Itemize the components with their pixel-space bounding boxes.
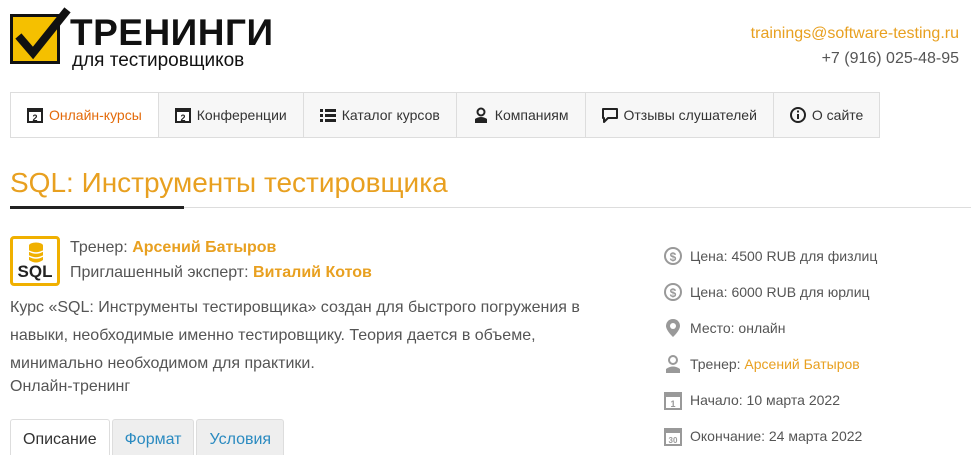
page-title: SQL: Инструменты тестировщика	[10, 167, 448, 198]
trainer-name-link[interactable]: Арсений Батыров	[132, 239, 276, 256]
sql-icon-label: SQL	[17, 262, 53, 281]
nav-item-online-courses[interactable]: 2 Онлайн-курсы	[11, 93, 159, 137]
list-icon	[319, 107, 336, 123]
info-trainer-label: Тренер:	[690, 356, 741, 372]
trainer-line: Тренер: Арсений Батыров	[70, 238, 276, 258]
place-row: Место: онлайн	[663, 310, 877, 346]
tab-description[interactable]: Описание	[10, 419, 110, 455]
nav-item-about[interactable]: О сайте	[773, 93, 880, 137]
dollar-icon: $	[663, 282, 683, 302]
expert-label: Приглашенный эксперт:	[70, 264, 249, 281]
title-divider-accent	[10, 206, 184, 209]
calendar-icon: 2	[174, 107, 191, 123]
map-pin-icon	[663, 318, 683, 338]
price-individual: Цена: 4500 RUB для физлиц	[690, 248, 878, 264]
contact-phone: +7 (916) 025-48-95	[821, 50, 959, 67]
svg-text:2: 2	[180, 113, 185, 123]
course-description: Курс «SQL: Инструменты тестировщика» соз…	[10, 299, 580, 372]
logo-title: ТРЕНИНГИ	[70, 12, 274, 53]
sql-course-icon: SQL	[10, 236, 60, 286]
end-date: Окончание: 24 марта 2022	[690, 428, 863, 444]
price-company: Цена: 6000 RUB для юрлиц	[690, 284, 870, 300]
site-logo[interactable]: ТРЕНИНГИ для тестировщиков	[10, 7, 273, 72]
place: Место: онлайн	[690, 320, 786, 336]
start-date: Начало: 10 марта 2022	[690, 392, 840, 408]
nav-label: О сайте	[811, 107, 864, 123]
start-row: 1 Начало: 10 марта 2022	[663, 382, 877, 418]
comment-icon	[601, 107, 618, 123]
info-icon	[789, 107, 806, 123]
course-info-panel: $ Цена: 4500 RUB для физлиц $ Цена: 6000…	[663, 238, 877, 454]
course-tabs: Описание Формат Условия	[10, 419, 286, 455]
nav-item-reviews[interactable]: Отзывы слушателей	[585, 93, 774, 137]
nav-label: Конференции	[196, 107, 287, 123]
nav-label: Компаниям	[494, 107, 569, 123]
svg-text:$: $	[670, 286, 677, 300]
contact-email-link[interactable]: trainings@software-testing.ru	[751, 24, 959, 44]
trainer-row: Тренер: Арсений Батыров	[663, 346, 877, 382]
info-trainer-name-link[interactable]: Арсений Батыров	[744, 356, 859, 372]
svg-text:30: 30	[669, 436, 678, 445]
calendar-icon: 30	[663, 426, 683, 446]
nav-label: Каталог курсов	[341, 107, 440, 123]
course-format: Онлайн-тренинг	[10, 378, 131, 395]
svg-text:$: $	[670, 250, 677, 264]
dollar-icon: $	[663, 246, 683, 266]
nav-item-companies[interactable]: Компаниям	[456, 93, 586, 137]
nav-label: Отзывы слушателей	[623, 107, 757, 123]
expert-name-link[interactable]: Виталий Котов	[253, 264, 372, 281]
checkmark-logo-icon	[10, 7, 71, 64]
nav-item-catalog[interactable]: Каталог курсов	[303, 93, 457, 137]
svg-text:1: 1	[670, 399, 675, 409]
price-company-row: $ Цена: 6000 RUB для юрлиц	[663, 274, 877, 310]
tab-format[interactable]: Формат	[111, 419, 195, 455]
price-individual-row: $ Цена: 4500 RUB для физлиц	[663, 238, 877, 274]
calendar-icon: 1	[663, 390, 683, 410]
expert-line: Приглашенный эксперт: Виталий Котов	[70, 263, 372, 283]
nav-item-conferences[interactable]: 2 Конференции	[158, 93, 304, 137]
logo-subtitle: для тестировщиков	[72, 50, 245, 71]
user-icon	[663, 354, 683, 374]
trainer-label: Тренер:	[70, 239, 128, 256]
tab-conditions[interactable]: Условия	[196, 419, 285, 455]
main-nav: 2 Онлайн-курсы 2 Конференции Каталог кур…	[10, 92, 881, 138]
nav-label: Онлайн-курсы	[49, 107, 142, 123]
header-contacts: trainings@software-testing.ru +7 (916) 0…	[751, 24, 959, 69]
end-row: 30 Окончание: 24 марта 2022	[663, 418, 877, 454]
calendar-icon: 2	[27, 107, 43, 123]
svg-text:2: 2	[32, 113, 37, 123]
user-icon	[473, 107, 489, 123]
